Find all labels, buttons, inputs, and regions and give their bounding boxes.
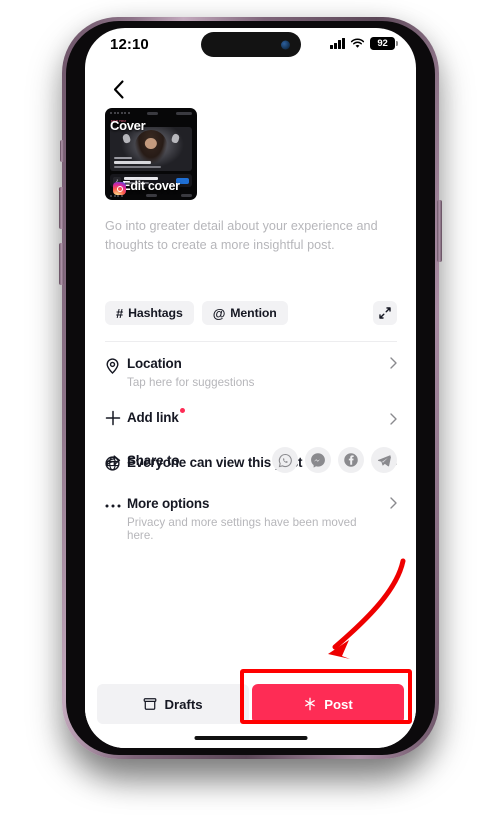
cellular-signal-icon bbox=[330, 38, 345, 49]
cover-preview-topbar bbox=[105, 108, 197, 118]
drafts-label: Drafts bbox=[164, 696, 203, 712]
drafts-button[interactable]: Drafts bbox=[97, 684, 249, 724]
plus-icon bbox=[105, 408, 127, 428]
battery-level-label: 92 bbox=[377, 38, 388, 49]
hashtags-label: Hashtags bbox=[128, 306, 183, 320]
tag-toolbar: # Hashtags @ Mention bbox=[105, 300, 397, 326]
share-target-messenger[interactable] bbox=[305, 447, 331, 473]
front-camera-icon bbox=[280, 40, 290, 49]
post-editor-screen: FOR YOU ♪ Cover Edit cover Go into great… bbox=[85, 70, 416, 748]
cover-thumbnail-button[interactable]: FOR YOU ♪ Cover Edit cover bbox=[105, 108, 197, 200]
mention-label: Mention bbox=[230, 306, 277, 320]
share-target-telegram[interactable] bbox=[371, 447, 397, 473]
hashtags-button[interactable]: # Hashtags bbox=[105, 301, 194, 325]
cover-preview-image: FOR YOU ♪ Cover Edit cover bbox=[105, 108, 197, 200]
hashtag-icon: # bbox=[116, 305, 124, 321]
expand-fullscreen-icon bbox=[379, 307, 391, 319]
instagram-icon bbox=[113, 182, 126, 195]
chevron-left-icon bbox=[113, 79, 124, 99]
facebook-icon bbox=[344, 453, 358, 467]
chevron-right-icon bbox=[385, 497, 397, 509]
telegram-icon bbox=[377, 454, 391, 466]
option-title-add-link: Add link bbox=[127, 409, 179, 425]
share-targets bbox=[272, 447, 397, 473]
phone-screen: 12:10 92 FOR YOU ♪ Cover Edit cover Go i… bbox=[85, 28, 416, 748]
description-input[interactable]: Go into greater detail about your experi… bbox=[105, 217, 395, 254]
power-button[interactable] bbox=[437, 200, 442, 262]
status-bar-time: 12:10 bbox=[110, 36, 149, 53]
share-target-facebook[interactable] bbox=[338, 447, 364, 473]
messenger-icon bbox=[311, 453, 325, 468]
volume-down-button[interactable] bbox=[59, 243, 64, 285]
dynamic-island bbox=[200, 32, 301, 57]
at-mention-icon: @ bbox=[212, 305, 226, 321]
expand-editor-button[interactable] bbox=[373, 301, 397, 325]
home-indicator[interactable] bbox=[194, 735, 307, 740]
annotation-highlight-box bbox=[240, 669, 412, 724]
status-bar: 12:10 92 bbox=[85, 28, 416, 70]
volume-up-button[interactable] bbox=[59, 187, 64, 229]
cover-label: Cover bbox=[110, 118, 146, 133]
divider-top bbox=[105, 341, 397, 342]
option-row-add-link[interactable]: Add link bbox=[105, 407, 397, 428]
drafts-archive-icon bbox=[144, 698, 157, 710]
option-row-location[interactable]: Location Tap here for suggestions bbox=[105, 355, 397, 389]
option-row-more-options[interactable]: More options Privacy and more settings h… bbox=[105, 495, 397, 542]
silent-switch-button[interactable] bbox=[60, 140, 64, 162]
share-arrow-icon bbox=[105, 451, 127, 471]
back-button[interactable] bbox=[103, 74, 133, 104]
share-to-row: Share to bbox=[105, 447, 397, 473]
status-bar-indicators: 92 bbox=[330, 37, 398, 50]
ellipsis-icon bbox=[105, 496, 127, 516]
battery-icon: 92 bbox=[370, 37, 398, 50]
edit-cover-overlay[interactable]: Edit cover bbox=[105, 172, 197, 200]
share-to-label: Share to bbox=[127, 452, 180, 468]
location-pin-icon bbox=[105, 356, 127, 376]
chevron-right-icon bbox=[385, 412, 397, 425]
new-feature-dot bbox=[179, 407, 185, 413]
whatsapp-icon bbox=[278, 453, 292, 467]
wifi-icon bbox=[350, 38, 365, 48]
share-target-whatsapp[interactable] bbox=[272, 447, 298, 473]
option-subtitle-location: Tap here for suggestions bbox=[127, 376, 255, 389]
chevron-right-icon bbox=[385, 357, 397, 369]
edit-cover-label: Edit cover bbox=[122, 179, 180, 193]
cover-preview-photo bbox=[110, 127, 192, 171]
mention-button[interactable]: @ Mention bbox=[201, 301, 288, 325]
option-subtitle-more-options: Privacy and more settings have been move… bbox=[127, 516, 357, 542]
option-title-more-options: More options bbox=[127, 496, 210, 511]
option-title-location: Location bbox=[127, 356, 182, 371]
